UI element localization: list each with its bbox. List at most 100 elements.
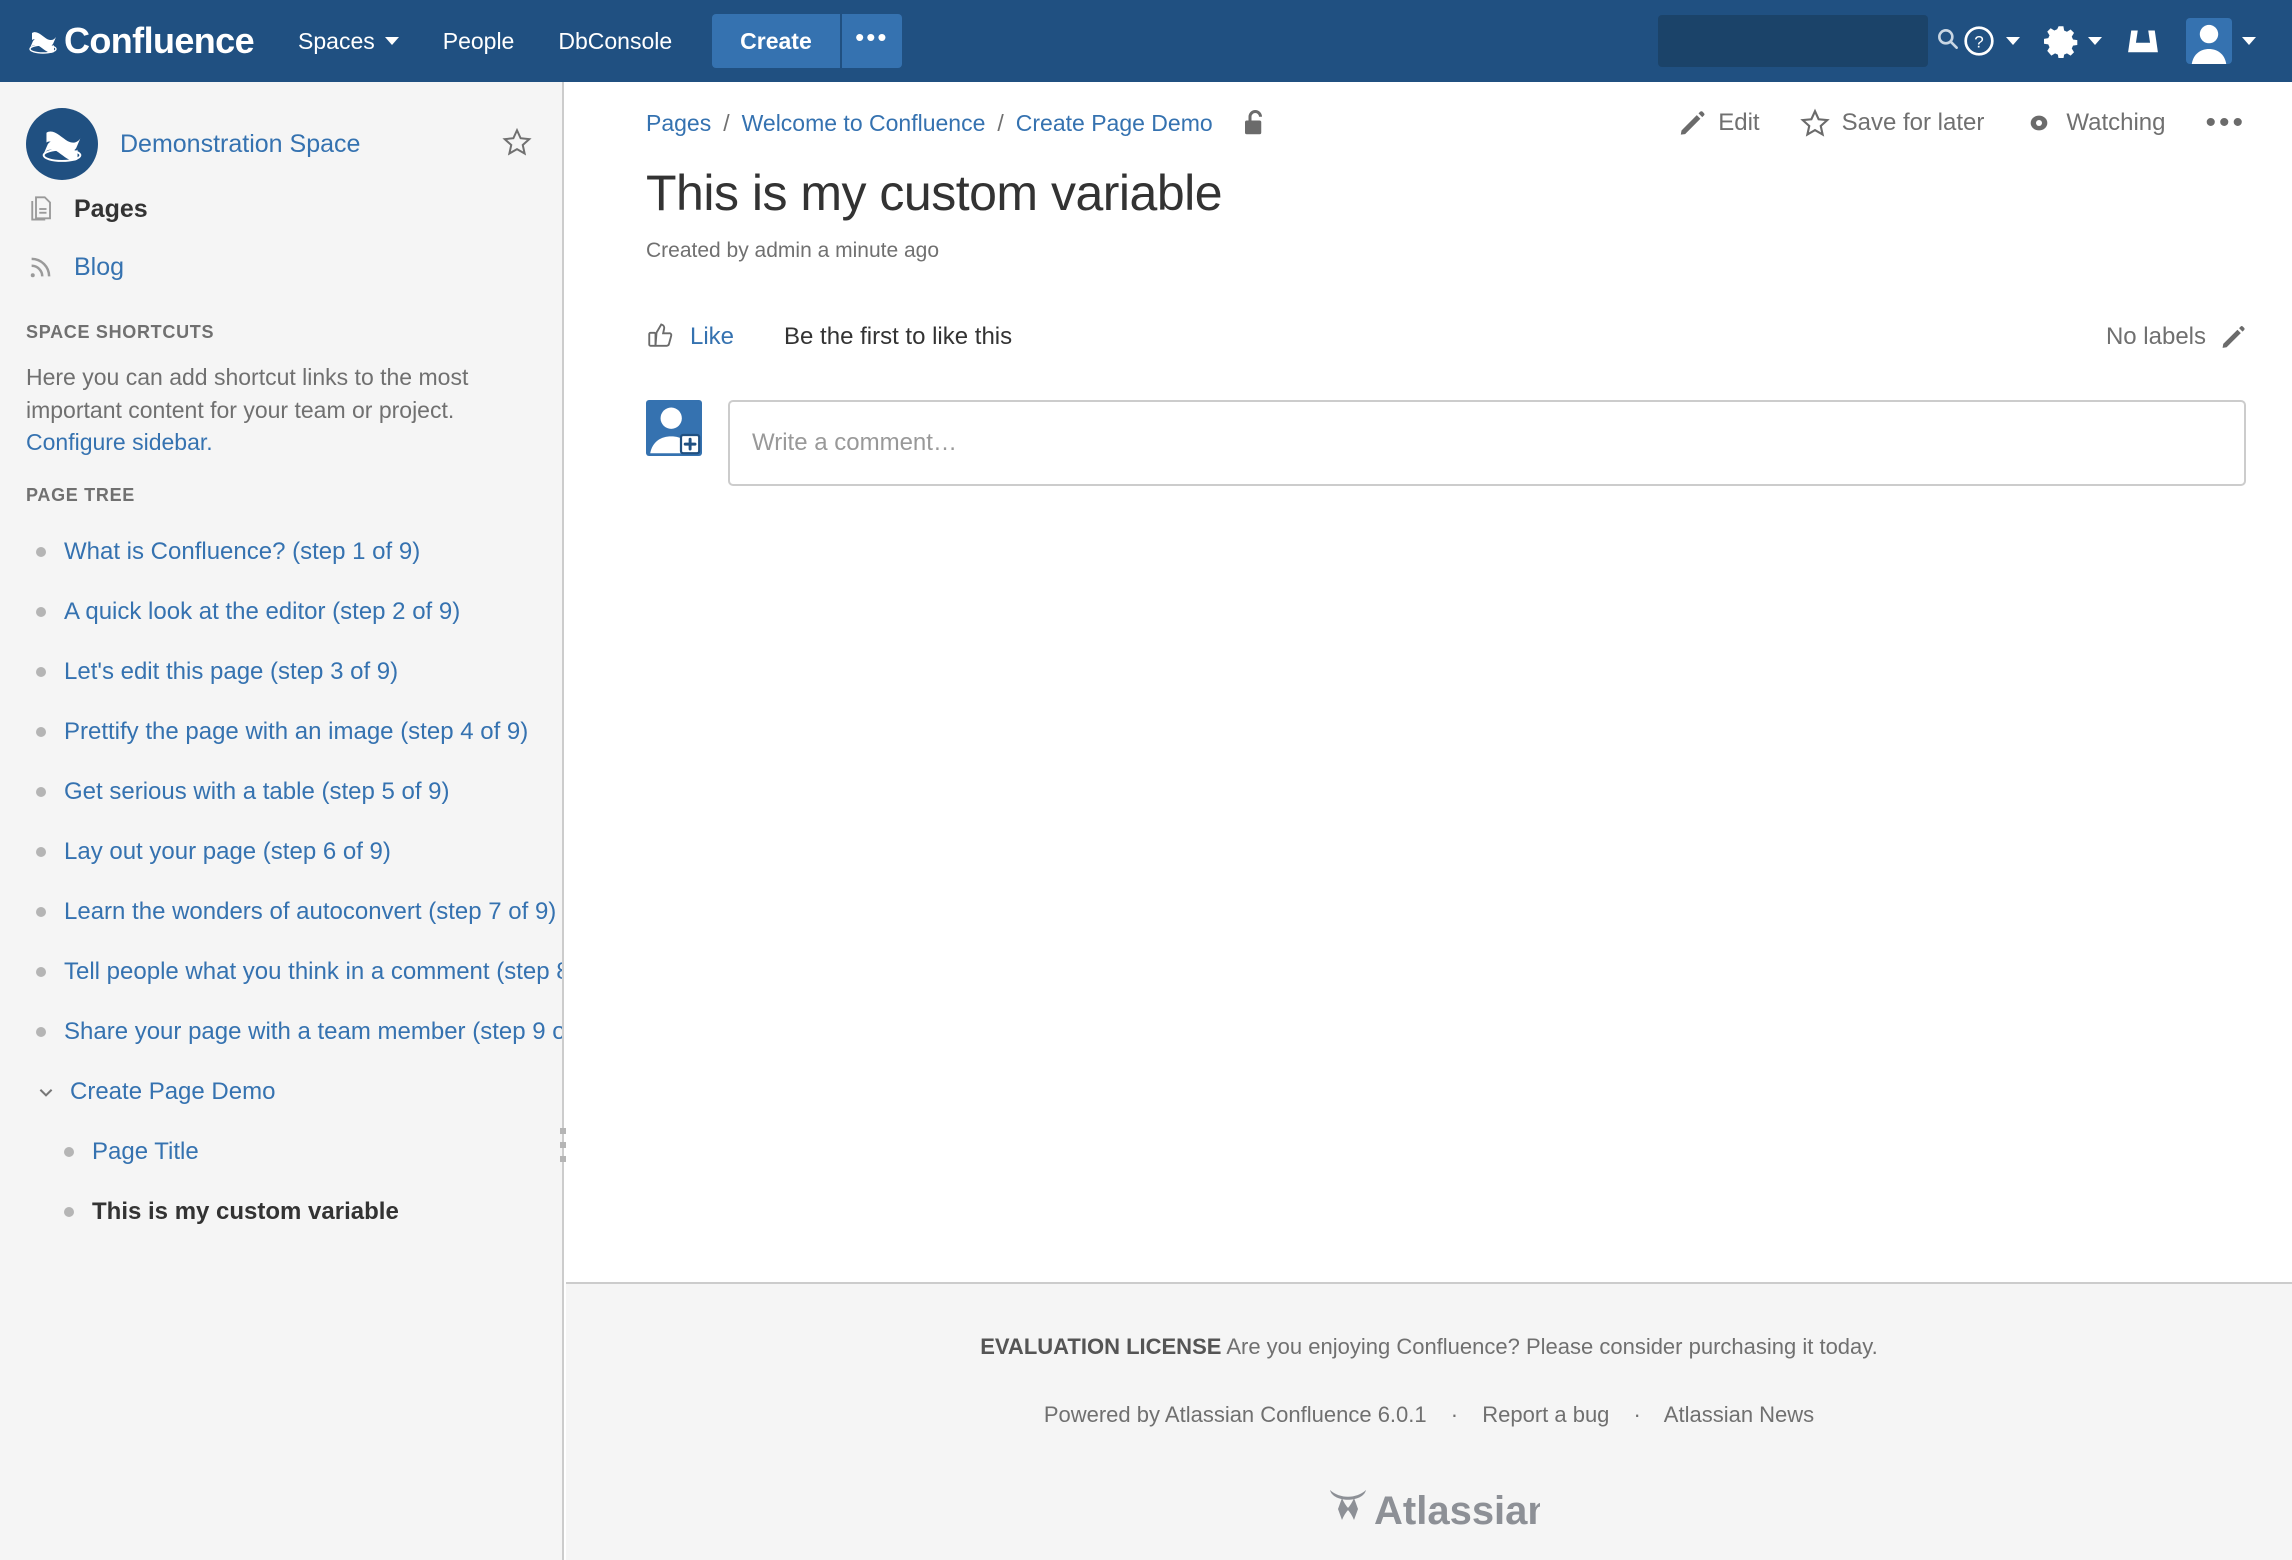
bullet-icon <box>36 666 46 677</box>
page-tree-item[interactable]: Share your page with a team member (step… <box>0 1002 562 1062</box>
avatar <box>2186 18 2232 64</box>
sidebar-resize-grip-icon[interactable] <box>556 1128 570 1162</box>
page-tree-item-current[interactable]: This is my custom variable <box>0 1182 562 1242</box>
more-actions-icon: ••• <box>2205 106 2246 139</box>
chevron-down-icon <box>384 37 399 45</box>
page-tree-item-label: Prettify the page with an image (step 4 … <box>64 717 529 745</box>
page-byline: Created by admin a minute ago <box>646 239 940 262</box>
create-button[interactable]: Create <box>712 14 840 68</box>
breadcrumb-item-pages[interactable]: Pages <box>646 110 711 137</box>
search-box[interactable] <box>1658 15 1958 67</box>
pencil-icon <box>1678 109 1706 137</box>
page-tree-heading: PAGE TREE <box>26 484 135 505</box>
nav-item-spaces[interactable]: Spaces <box>276 16 421 66</box>
labels-text: No labels <box>2105 322 2206 350</box>
create-button-group: Create ••• <box>712 14 902 68</box>
bullet-icon <box>36 846 46 857</box>
page-tree: What is Confluence? (step 1 of 9) A quic… <box>0 506 562 1242</box>
star-outline-icon <box>1799 108 1830 138</box>
page-footer: EVALUATION LICENSE Are you enjoying Conf… <box>566 1282 2292 1560</box>
page-tree-item-label: Page Title <box>92 1137 199 1165</box>
comment-input[interactable] <box>752 429 2222 457</box>
sidebar-item-blog[interactable]: Blog <box>0 238 562 296</box>
confluence-brand-text: Confluence <box>64 20 255 61</box>
confluence-logo-icon <box>26 24 60 58</box>
chevron-down-icon[interactable] <box>36 1083 56 1101</box>
page-tree-item[interactable]: Learn the wonders of autoconvert (step 7… <box>0 882 562 942</box>
shortcuts-text-body: Here you can add shortcut links to the m… <box>26 364 469 423</box>
page-tree-item[interactable]: Lay out your page (step 6 of 9) <box>0 822 562 882</box>
gear-icon <box>2044 24 2078 58</box>
pencil-icon[interactable] <box>2220 324 2246 350</box>
grip-dot <box>560 1156 566 1162</box>
comment-row <box>566 400 2292 486</box>
page-tree-item-label: Share your page with a team member (step… <box>64 1017 564 1045</box>
bullet-icon <box>36 726 46 737</box>
page-tree-item-label: This is my custom variable <box>92 1197 399 1225</box>
page-tree-item-label: Create Page Demo <box>70 1077 276 1105</box>
page-title: This is my custom variable <box>646 165 1223 221</box>
labels-area[interactable]: No labels <box>2106 323 2246 351</box>
page-tree-item[interactable]: Get serious with a table (step 5 of 9) <box>0 762 562 822</box>
atlassian-news-link[interactable]: Atlassian News <box>1664 1402 1814 1427</box>
sidebar-item-pages[interactable]: Pages <box>0 180 562 238</box>
configure-sidebar-link[interactable]: Configure sidebar. <box>26 429 213 455</box>
like-row: Like Be the first to like this No labels <box>566 319 2292 354</box>
space-sidebar: Demonstration Space Pages Blog SPACE SHO… <box>0 82 564 1560</box>
save-for-later-button-label: Save for later <box>1841 109 1985 136</box>
nav-item-people[interactable]: People <box>421 16 537 66</box>
bullet-icon <box>36 906 46 917</box>
page-header: Pages / Welcome to Confluence / Create P… <box>566 82 2292 263</box>
confluence-home-link[interactable]: Confluence <box>26 0 255 82</box>
create-more-icon: ••• <box>855 21 889 52</box>
bullet-icon <box>36 1026 46 1037</box>
atlassian-logo-icon: Atlassian <box>566 1476 2292 1540</box>
report-a-bug-link[interactable]: Report a bug <box>1482 1402 1609 1427</box>
page-tree-item[interactable]: A quick look at the editor (step 2 of 9) <box>0 582 562 642</box>
more-actions-button[interactable]: ••• <box>2205 106 2246 139</box>
page-tree-item-label: Tell people what you think in a comment … <box>64 957 562 985</box>
page-tree-item-label: Learn the wonders of autoconvert (step 7… <box>64 897 557 925</box>
breadcrumb-separator: / <box>723 109 730 136</box>
like-button[interactable]: Like <box>646 319 734 354</box>
search-input[interactable] <box>1670 29 1935 53</box>
bullet-icon <box>64 1206 74 1217</box>
unlocked-padlock-icon[interactable] <box>1241 108 1269 138</box>
nav-item-spaces-label: Spaces <box>298 27 375 54</box>
profile-button[interactable] <box>2172 18 2266 64</box>
help-button[interactable]: ? <box>1950 10 2032 72</box>
evaluation-license-badge: EVALUATION LICENSE <box>980 1334 1222 1359</box>
bullet-icon <box>36 606 46 617</box>
space-logo-icon <box>26 108 98 180</box>
evaluation-license-notice: EVALUATION LICENSE Are you enjoying Conf… <box>566 1334 2292 1360</box>
star-outline-icon[interactable] <box>496 121 538 168</box>
eye-icon <box>2024 111 2054 135</box>
page-tree-item[interactable]: What is Confluence? (step 1 of 9) <box>0 522 562 582</box>
chevron-down-icon <box>2006 37 2020 45</box>
breadcrumb-row: Pages / Welcome to Confluence / Create P… <box>646 108 2246 138</box>
save-for-later-button[interactable]: Save for later <box>1799 108 1985 138</box>
watching-button-label: Watching <box>2066 109 2166 136</box>
bullet-icon <box>36 786 46 797</box>
nav-item-dbconsole[interactable]: DbConsole <box>536 16 694 66</box>
edit-button[interactable]: Edit <box>1678 109 1760 137</box>
watching-button[interactable]: Watching <box>2024 109 2165 137</box>
space-name-link[interactable]: Demonstration Space <box>120 129 496 159</box>
page-tree-item[interactable]: Let's edit this page (step 3 of 9) <box>0 642 562 702</box>
create-more-button[interactable]: ••• <box>839 14 902 68</box>
page-tree-item[interactable]: Page Title <box>0 1122 562 1182</box>
settings-button[interactable] <box>2032 10 2114 72</box>
page-tree-item[interactable]: Prettify the page with an image (step 4 … <box>0 702 562 762</box>
notifications-button[interactable] <box>2114 10 2172 72</box>
breadcrumb-item-welcome[interactable]: Welcome to Confluence <box>742 110 986 137</box>
inbox-icon <box>2126 25 2160 57</box>
pages-icon <box>26 194 60 224</box>
breadcrumb: Pages / Welcome to Confluence / Create P… <box>646 110 1213 137</box>
page-tree-item-expandable[interactable]: Create Page Demo <box>0 1062 562 1122</box>
comment-box[interactable] <box>728 400 2246 486</box>
page-tree-item[interactable]: Tell people what you think in a comment … <box>0 942 562 1002</box>
sidebar-item-blog-label: Blog <box>74 252 125 281</box>
space-shortcuts-heading: SPACE SHORTCUTS <box>26 322 215 342</box>
footer-separator: · <box>1633 1402 1641 1427</box>
breadcrumb-item-create-page-demo[interactable]: Create Page Demo <box>1016 110 1213 137</box>
